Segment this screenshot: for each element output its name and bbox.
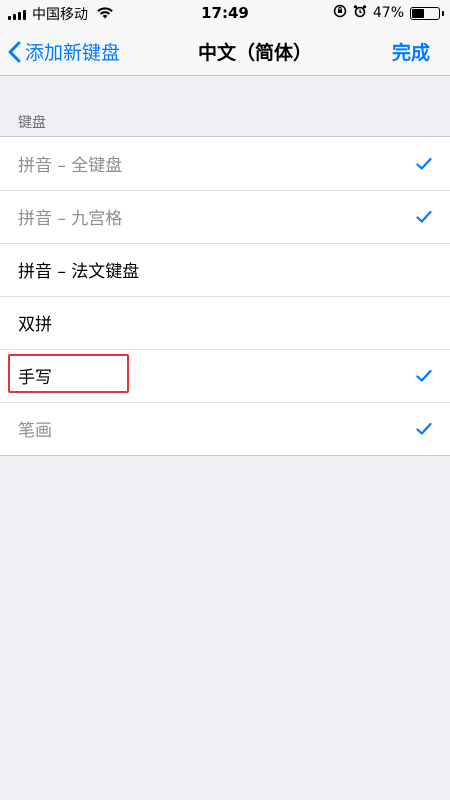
- back-button-label: 添加新键盘: [25, 42, 121, 64]
- checkmark-icon: [416, 422, 432, 435]
- checkmark-icon: [416, 210, 432, 223]
- alarm-icon: [353, 4, 367, 22]
- navigation-bar: 添加新键盘 中文（简体） 完成: [0, 26, 450, 76]
- battery-icon: [410, 6, 444, 20]
- section-header: 键盘: [18, 115, 46, 131]
- orientation-lock-icon: [333, 4, 347, 22]
- keyboard-row[interactable]: 拼音 – 九宫格: [0, 190, 450, 243]
- keyboard-row[interactable]: 双拼: [0, 296, 450, 349]
- back-button[interactable]: 添加新键盘: [8, 38, 120, 65]
- status-right: 47%: [333, 4, 444, 22]
- battery-level: [412, 8, 424, 18]
- keyboard-row[interactable]: 笔画: [0, 402, 450, 455]
- chevron-left-icon: [8, 41, 21, 62]
- keyboard-label: 手写: [18, 368, 52, 388]
- keyboard-label: 双拼: [18, 315, 52, 335]
- checkmark-icon: [416, 369, 432, 382]
- keyboard-row[interactable]: 拼音 – 全键盘: [0, 137, 450, 190]
- keyboard-row[interactable]: 拼音 – 法文键盘: [0, 243, 450, 296]
- keyboard-label: 拼音 – 九宫格: [18, 209, 123, 229]
- keyboard-list: 拼音 – 全键盘 拼音 – 九宫格 拼音 – 法文键盘 双拼手写笔画: [0, 136, 450, 456]
- keyboard-label: 笔画: [18, 421, 52, 441]
- keyboard-label: 拼音 – 全键盘: [18, 156, 123, 176]
- done-button[interactable]: 完成: [392, 38, 430, 65]
- status-bar: 中国移动 17:49 47%: [0, 0, 450, 26]
- checkmark-icon: [416, 157, 432, 170]
- keyboard-label: 拼音 – 法文键盘: [18, 262, 140, 282]
- battery-percent: 47%: [372, 5, 404, 21]
- keyboard-row[interactable]: 手写: [0, 349, 450, 402]
